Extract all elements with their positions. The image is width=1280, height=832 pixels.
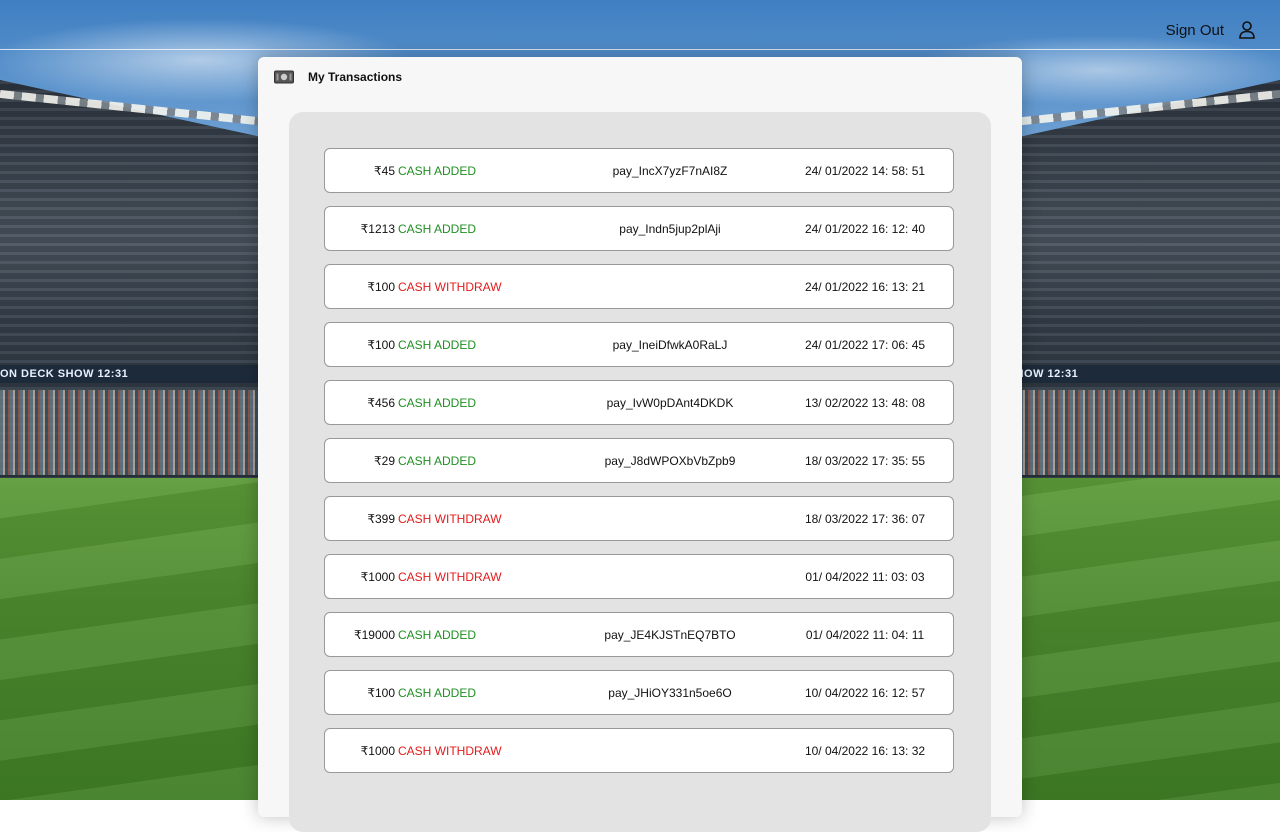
money-icon — [274, 70, 294, 84]
transaction-amount: ₹1213 — [360, 222, 395, 236]
transaction-date: 18/ 03/2022 17: 36: 07 — [804, 512, 926, 526]
transaction-type: CASH ADDED — [398, 454, 477, 468]
transaction-amount: ₹100 — [367, 280, 395, 294]
transaction-amount: ₹45 — [374, 164, 395, 178]
header-divider — [0, 49, 1280, 50]
transaction-type: CASH ADDED — [398, 338, 477, 352]
transaction-amount: ₹19000 — [353, 628, 395, 642]
transaction-pay-id: pay_JE4KJSTnEQ7BTO — [604, 628, 736, 642]
transaction-amount: ₹100 — [367, 686, 395, 700]
transaction-type: CASH WITHDRAW — [398, 512, 502, 526]
transaction-date: 24/ 01/2022 14: 58: 51 — [804, 164, 926, 178]
transaction-type: CASH ADDED — [398, 686, 477, 700]
transaction-row: ₹399 CASH WITHDRAW 18/ 03/2022 17: 36: 07 — [324, 496, 954, 541]
transaction-pay-id: pay_J8dWPOXbVbZpb9 — [604, 454, 736, 468]
transaction-list: ₹45 CASH ADDED pay_IncX7yzF7nAI8Z 24/ 01/20… — [289, 112, 991, 832]
transaction-pay-id: pay_IncX7yzF7nAI8Z — [612, 164, 728, 178]
transaction-amount: ₹1000 — [360, 744, 395, 758]
transaction-row: ₹45 CASH ADDED pay_IncX7yzF7nAI8Z 24/ 01/20… — [324, 148, 954, 193]
transaction-row: ₹1000 CASH WITHDRAW 01/ 04/2022 11: 03: 03 — [324, 554, 954, 599]
transaction-type: CASH ADDED — [398, 628, 477, 642]
transaction-type: CASH ADDED — [398, 164, 477, 178]
transaction-row: ₹19000 CASH ADDED pay_JE4KJSTnEQ7BTO 01/ 04… — [324, 612, 954, 657]
page-title: My Transactions — [308, 70, 403, 84]
transaction-type: CASH WITHDRAW — [398, 744, 502, 758]
transaction-row: ₹456 CASH ADDED pay_IvW0pDAnt4DKDK 13/ 02/2… — [324, 380, 954, 425]
transaction-amount: ₹399 — [367, 512, 395, 526]
transaction-amount: ₹29 — [374, 454, 395, 468]
transaction-row: ₹29 CASH ADDED pay_J8dWPOXbVbZpb9 18/ 03/20… — [324, 438, 954, 483]
transaction-row: ₹1000 CASH WITHDRAW 10/ 04/2022 16: 13: 32 — [324, 728, 954, 773]
transaction-row: ₹1213 CASH ADDED pay_Indn5jup2plAji 24/ 01/… — [324, 206, 954, 251]
transaction-date: 13/ 02/2022 13: 48: 08 — [804, 396, 926, 410]
transaction-type: CASH ADDED — [398, 396, 477, 410]
transaction-date: 24/ 01/2022 17: 06: 45 — [804, 338, 926, 352]
transaction-row: ₹100 CASH WITHDRAW 24/ 01/2022 16: 13: 21 — [324, 264, 954, 309]
transaction-date: 24/ 01/2022 16: 12: 40 — [804, 222, 926, 236]
transaction-date: 10/ 04/2022 16: 13: 32 — [804, 744, 926, 758]
transaction-date: 24/ 01/2022 16: 13: 21 — [804, 280, 926, 294]
transaction-amount: ₹100 — [367, 338, 395, 352]
transaction-pay-id: pay_IneiDfwkA0RaLJ — [612, 338, 728, 352]
transaction-type: CASH WITHDRAW — [398, 280, 502, 294]
transaction-type: CASH ADDED — [398, 222, 477, 236]
transaction-row: ₹100 CASH ADDED pay_JHiOY331n5oe6O 10/ 04/2… — [324, 670, 954, 715]
transaction-date: 01/ 04/2022 11: 04: 11 — [805, 628, 925, 642]
transactions-panel: My Transactions ₹45 CASH ADDED pay_IncX7yz… — [258, 57, 1022, 832]
transaction-pay-id: pay_IvW0pDAnt4DKDK — [606, 396, 734, 410]
transaction-date: 10/ 04/2022 16: 12: 57 — [804, 686, 926, 700]
transaction-date: 18/ 03/2022 17: 35: 55 — [804, 454, 926, 468]
sign-out-link[interactable]: Sign Out — [1166, 22, 1224, 39]
transaction-row: ₹100 CASH ADDED pay_IneiDfwkA0RaLJ 24/ 01/2… — [324, 322, 954, 367]
transaction-amount: ₹1000 — [360, 570, 395, 584]
transaction-pay-id: pay_Indn5jup2plAji — [619, 222, 721, 236]
transaction-date: 01/ 04/2022 11: 03: 03 — [805, 570, 925, 584]
transaction-pay-id: pay_JHiOY331n5oe6O — [608, 686, 732, 700]
transaction-amount: ₹456 — [367, 396, 395, 410]
user-icon[interactable] — [1238, 20, 1256, 40]
transaction-type: CASH WITHDRAW — [398, 570, 502, 584]
